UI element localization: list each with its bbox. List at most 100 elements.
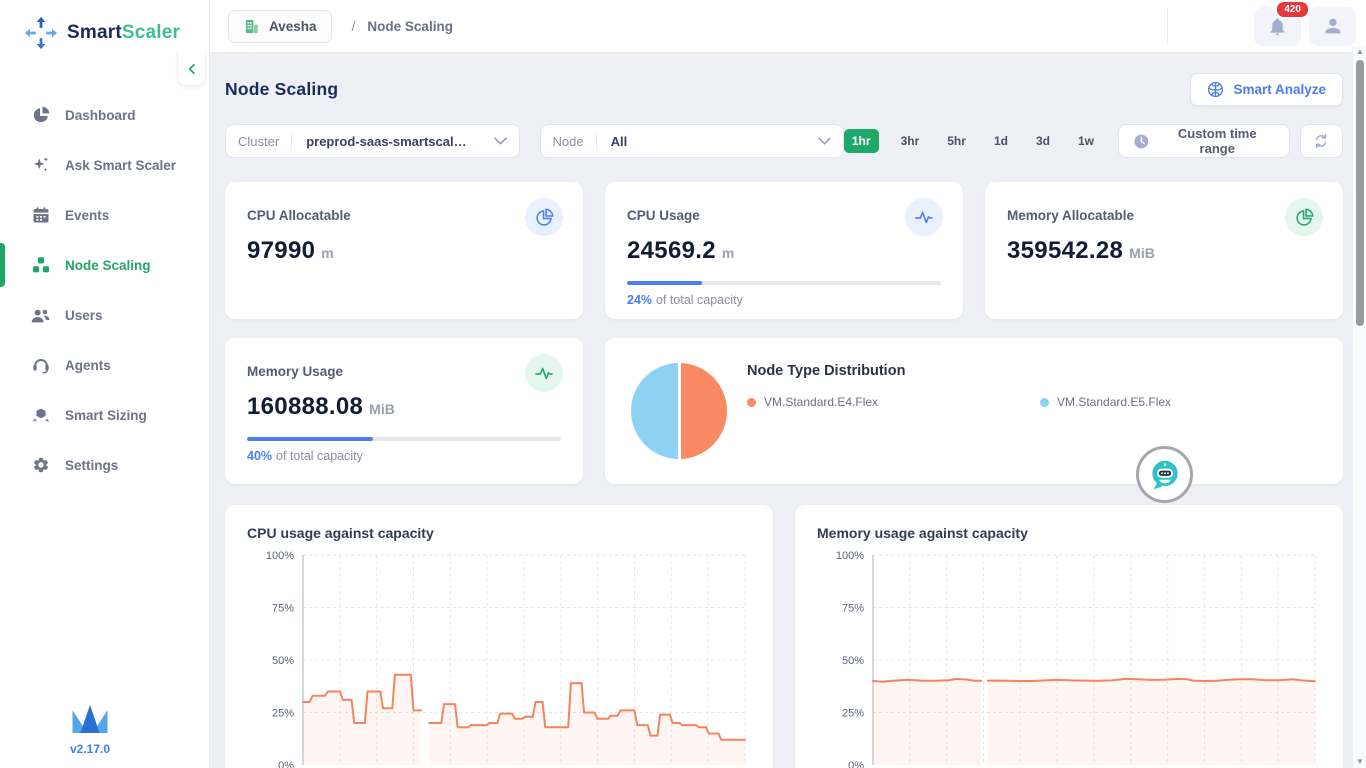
node-type-distribution-card: Node Type Distribution VM.Standard.E4.Fl…	[605, 338, 1343, 484]
scrollbar-thumb[interactable]	[1356, 60, 1364, 326]
activity-icon	[525, 354, 563, 392]
brand-name-primary: Smart	[67, 22, 122, 43]
smartscaler-arrows-icon	[24, 16, 58, 50]
brand-name: SmartScaler	[67, 22, 180, 44]
sidebar-item-label: Users	[65, 308, 103, 323]
sidebar-item-users[interactable]: Users	[0, 290, 209, 340]
smart-analyze-button[interactable]: Smart Analyze	[1190, 73, 1343, 106]
sidebar-item-settings[interactable]: Settings	[0, 440, 209, 490]
stat-number: 359542.28	[1007, 237, 1123, 264]
breadcrumb-org-label: Avesha	[269, 19, 317, 34]
sidebar-item-node-scaling[interactable]: Node Scaling	[0, 240, 209, 290]
node-type-pie	[631, 363, 727, 459]
stat-value: 160888.08MiB	[247, 393, 561, 421]
legend-label: VM.Standard.E4.Flex	[764, 395, 878, 409]
time-range-group: 1hr 3hr 5hr 1d 3d 1w	[844, 129, 1100, 153]
sidebar-item-smart-sizing[interactable]: Smart Sizing	[0, 390, 209, 440]
profile-button[interactable]	[1309, 7, 1356, 46]
vertical-scrollbar[interactable]: ▲ ▼	[1352, 46, 1366, 768]
sidebar-menu: Dashboard Ask Smart Scaler Events Node S…	[0, 90, 209, 490]
time-range-1w[interactable]: 1w	[1072, 129, 1100, 153]
usage-progress-bar	[627, 281, 941, 285]
memory-allocatable-card: Memory Allocatable 359542.28MiB	[985, 182, 1343, 319]
stat-title: Memory Usage	[247, 364, 561, 379]
svg-text:100%: 100%	[266, 550, 294, 562]
scrollbar-up-arrow[interactable]: ▲	[1353, 46, 1366, 58]
app-version: v2.17.0	[0, 742, 180, 756]
sidebar-item-agents[interactable]: Agents	[0, 340, 209, 390]
pie-chart-icon	[1285, 198, 1323, 236]
sidebar-item-label: Smart Sizing	[65, 408, 147, 423]
stat-value: 97990m	[247, 237, 561, 265]
bell-icon	[1267, 16, 1288, 37]
svg-text:50%: 50%	[842, 655, 864, 667]
distribution-legend: VM.Standard.E4.Flex VM.Standard.E5.Flex	[747, 395, 1317, 409]
brain-analyze-icon	[1207, 81, 1224, 98]
app-root: SmartScaler Dashboard Ask Smart Scaler E…	[0, 0, 1366, 768]
sidebar-item-events[interactable]: Events	[0, 190, 209, 240]
usage-progress-bar	[247, 437, 561, 441]
chart-title: CPU usage against capacity	[247, 525, 751, 541]
stat-caption: 40%of total capacity	[247, 449, 561, 463]
scrollbar-down-arrow[interactable]: ▼	[1353, 756, 1366, 768]
node-select[interactable]: Node All	[540, 124, 844, 158]
cpu-allocatable-card: CPU Allocatable 97990m	[225, 182, 583, 319]
sidebar-item-dashboard[interactable]: Dashboard	[0, 90, 209, 140]
breadcrumb-page: Node Scaling	[367, 19, 453, 34]
svg-text:75%: 75%	[272, 603, 294, 615]
sidebar-item-label: Settings	[65, 458, 118, 473]
top-actions: 420	[1167, 7, 1356, 46]
cluster-select-value: preprod-saas-smartscal…	[306, 134, 466, 149]
notifications-button[interactable]: 420	[1254, 7, 1301, 46]
node-type-distribution-body: Node Type Distribution VM.Standard.E4.Fl…	[747, 363, 1317, 459]
breadcrumb-org-chip[interactable]: Avesha	[228, 10, 332, 43]
custom-time-range-button[interactable]: Custom time range	[1118, 124, 1290, 158]
gear-icon	[31, 456, 50, 475]
stat-unit: m	[722, 245, 734, 261]
cubes-icon	[31, 256, 50, 275]
node-select-value: All	[611, 134, 628, 149]
legend-dot	[747, 398, 756, 407]
time-range-1hr[interactable]: 1hr	[844, 129, 879, 153]
brand-logo[interactable]: SmartScaler	[0, 0, 209, 52]
sidebar-item-label: Ask Smart Scaler	[65, 158, 176, 173]
stat-caption: 24% of total capacity	[627, 293, 941, 307]
svg-text:0%: 0%	[848, 760, 864, 768]
stat-caption-text: of total capacity	[656, 293, 743, 307]
refresh-icon	[1313, 133, 1329, 149]
stat-title: CPU Allocatable	[247, 208, 561, 223]
stat-percent: 24%	[627, 293, 652, 307]
chatbot-button[interactable]	[1136, 446, 1193, 503]
cluster-select[interactable]: Cluster preprod-saas-smartscal…	[225, 124, 520, 158]
smart-analyze-label: Smart Analyze	[1233, 82, 1326, 97]
time-range-5hr[interactable]: 5hr	[941, 129, 972, 153]
svg-text:0%: 0%	[278, 760, 294, 768]
svg-text:25%: 25%	[842, 708, 864, 720]
cube-resize-icon	[31, 406, 50, 425]
time-range-3d[interactable]: 3d	[1030, 129, 1056, 153]
robot-chat-icon	[1146, 456, 1184, 494]
page-header: Node Scaling Smart Analyze	[225, 73, 1343, 106]
refresh-button[interactable]	[1300, 124, 1343, 158]
sparkles-icon	[31, 156, 50, 175]
activity-icon	[905, 198, 943, 236]
clock-icon	[1133, 133, 1150, 150]
stat-number: 160888.08	[247, 393, 363, 420]
users-icon	[31, 306, 50, 325]
sidebar-item-label: Events	[65, 208, 109, 223]
time-range-1d[interactable]: 1d	[988, 129, 1014, 153]
memory-usage-chart: 0%25%50%75%100%	[817, 547, 1321, 768]
charts-row: CPU usage against capacity 0% 25% 50% 75% 10…	[225, 505, 1343, 768]
legend-item: VM.Standard.E4.Flex	[747, 395, 1040, 409]
svg-text:50%: 50%	[272, 655, 294, 667]
stat-unit: MiB	[1129, 245, 1155, 261]
pie-chart-icon	[525, 198, 563, 236]
time-range-3hr[interactable]: 3hr	[895, 129, 926, 153]
version-box: v2.17.0	[0, 703, 180, 756]
memory-usage-card: Memory Usage 160888.08MiB 40%of total ca…	[225, 338, 583, 484]
stat-value: 24569.2m	[627, 237, 941, 265]
sidebar-collapse-button[interactable]	[177, 52, 206, 86]
sidebar-item-ask-smart-scaler[interactable]: Ask Smart Scaler	[0, 140, 209, 190]
legend-item: VM.Standard.E5.Flex	[1040, 395, 1317, 409]
cpu-usage-chart-card: CPU usage against capacity 0%25%50%75%10…	[225, 505, 773, 768]
